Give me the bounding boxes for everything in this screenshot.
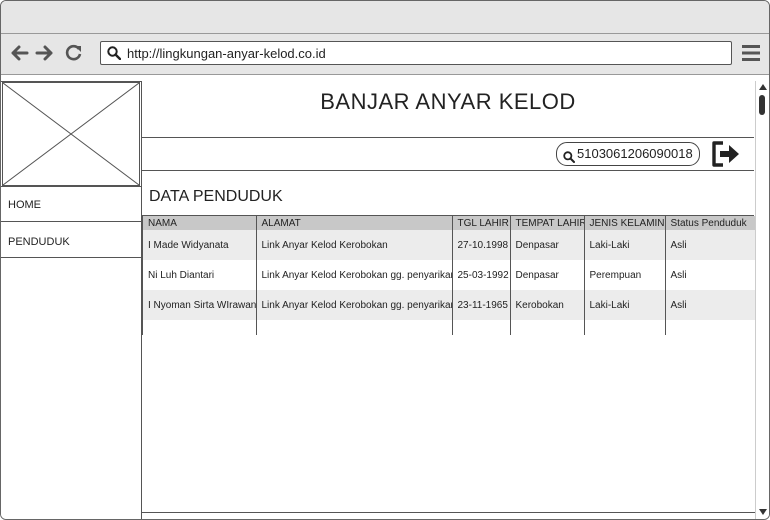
column-header[interactable]: TGL LAHIR (452, 216, 511, 230)
sidebar-item-penduduk[interactable]: PENDUDUK (1, 221, 141, 258)
page-title: BANJAR ANYAR KELOD (320, 89, 576, 114)
table-cell: Link Anyar Kelod Kerobokan (256, 230, 453, 260)
content-bottom-divider (142, 512, 755, 513)
table-cell: Link Anyar Kelod Kerobokan gg. penyarika… (256, 290, 453, 320)
nik-value: 5103061206090018 (577, 146, 693, 161)
title-bar (1, 1, 769, 34)
scrollbar-thumb[interactable] (759, 95, 765, 115)
url-text: http://lingkungan-anyar-kelod.co.id (127, 46, 326, 61)
sidebar-item-home[interactable]: HOME (1, 186, 141, 222)
data-table: NAMA ALAMAT TGL LAHIR TEMPAT LAHIR JENIS… (142, 215, 755, 335)
table-row[interactable]: I Made Widyanata Link Anyar Kelod Kerobo… (143, 230, 755, 260)
table-cell: Ni Luh Diantari (143, 260, 257, 290)
sidebar: HOME PENDUDUK (1, 81, 142, 519)
table-cell (665, 320, 755, 335)
table-row[interactable]: I Nyoman Sirta WIrawan Link Anyar Kelod … (143, 290, 755, 320)
column-header[interactable]: TEMPAT LAHIR (510, 216, 585, 230)
forward-arrow-icon[interactable] (33, 42, 55, 64)
table-cell: 23-11-1965 (452, 290, 511, 320)
table-cell: Denpasar (510, 230, 585, 260)
table-cell (143, 320, 257, 335)
address-bar[interactable]: http://lingkungan-anyar-kelod.co.id (100, 41, 732, 65)
table-cell: I Nyoman Sirta WIrawan (143, 290, 257, 320)
section-title: DATA PENDUDUK (149, 188, 283, 205)
search-icon (563, 148, 575, 170)
table-cell (510, 320, 585, 335)
vertical-scrollbar[interactable] (755, 81, 769, 519)
table-cell (584, 320, 666, 335)
hamburger-menu-icon[interactable] (741, 44, 761, 67)
back-arrow-icon[interactable] (9, 42, 31, 64)
column-header[interactable]: NAMA (143, 216, 257, 230)
table-cell: Laki-Laki (584, 290, 666, 320)
sidebar-item-label: PENDUDUK (8, 236, 70, 248)
table-cell: I Made Widyanata (143, 230, 257, 260)
scroll-up-arrow-icon[interactable] (759, 84, 767, 90)
nik-search-field[interactable]: 5103061206090018 (556, 142, 700, 166)
table-row[interactable]: Ni Luh Diantari Link Anyar Kelod Kerobok… (143, 260, 755, 290)
column-header[interactable]: JENIS KELAMIN (584, 216, 666, 230)
page-header: BANJAR ANYAR KELOD (142, 81, 754, 138)
table-cell: Asli (665, 230, 755, 260)
table-cell (256, 320, 453, 335)
logo-placeholder (2, 82, 140, 186)
column-header[interactable]: Status Penduduk (665, 216, 755, 230)
logout-icon[interactable] (710, 140, 742, 173)
table-cell: 25-03-1992 (452, 260, 511, 290)
reload-icon[interactable] (63, 42, 85, 64)
table-cell: Denpasar (510, 260, 585, 290)
sidebar-item-label: HOME (8, 199, 41, 211)
table-cell: Laki-Laki (584, 230, 666, 260)
table-cell: Kerobokan (510, 290, 585, 320)
browser-window: http://lingkungan-anyar-kelod.co.id HOME… (0, 0, 770, 520)
table-cell: Perempuan (584, 260, 666, 290)
table-cell (452, 320, 511, 335)
table-cell: Link Anyar Kelod Kerobokan gg. penyarika… (256, 260, 453, 290)
scroll-down-arrow-icon[interactable] (759, 509, 767, 515)
search-icon (107, 46, 122, 65)
table-filler-row (143, 320, 755, 335)
column-header[interactable]: ALAMAT (256, 216, 453, 230)
toolbar: 5103061206090018 (142, 138, 754, 171)
table-cell: Asli (665, 260, 755, 290)
table-cell: Asli (665, 290, 755, 320)
table-header-row: NAMA ALAMAT TGL LAHIR TEMPAT LAHIR JENIS… (143, 216, 755, 230)
navigation-bar: http://lingkungan-anyar-kelod.co.id (1, 34, 769, 75)
table-cell: 27-10.1998 (452, 230, 511, 260)
